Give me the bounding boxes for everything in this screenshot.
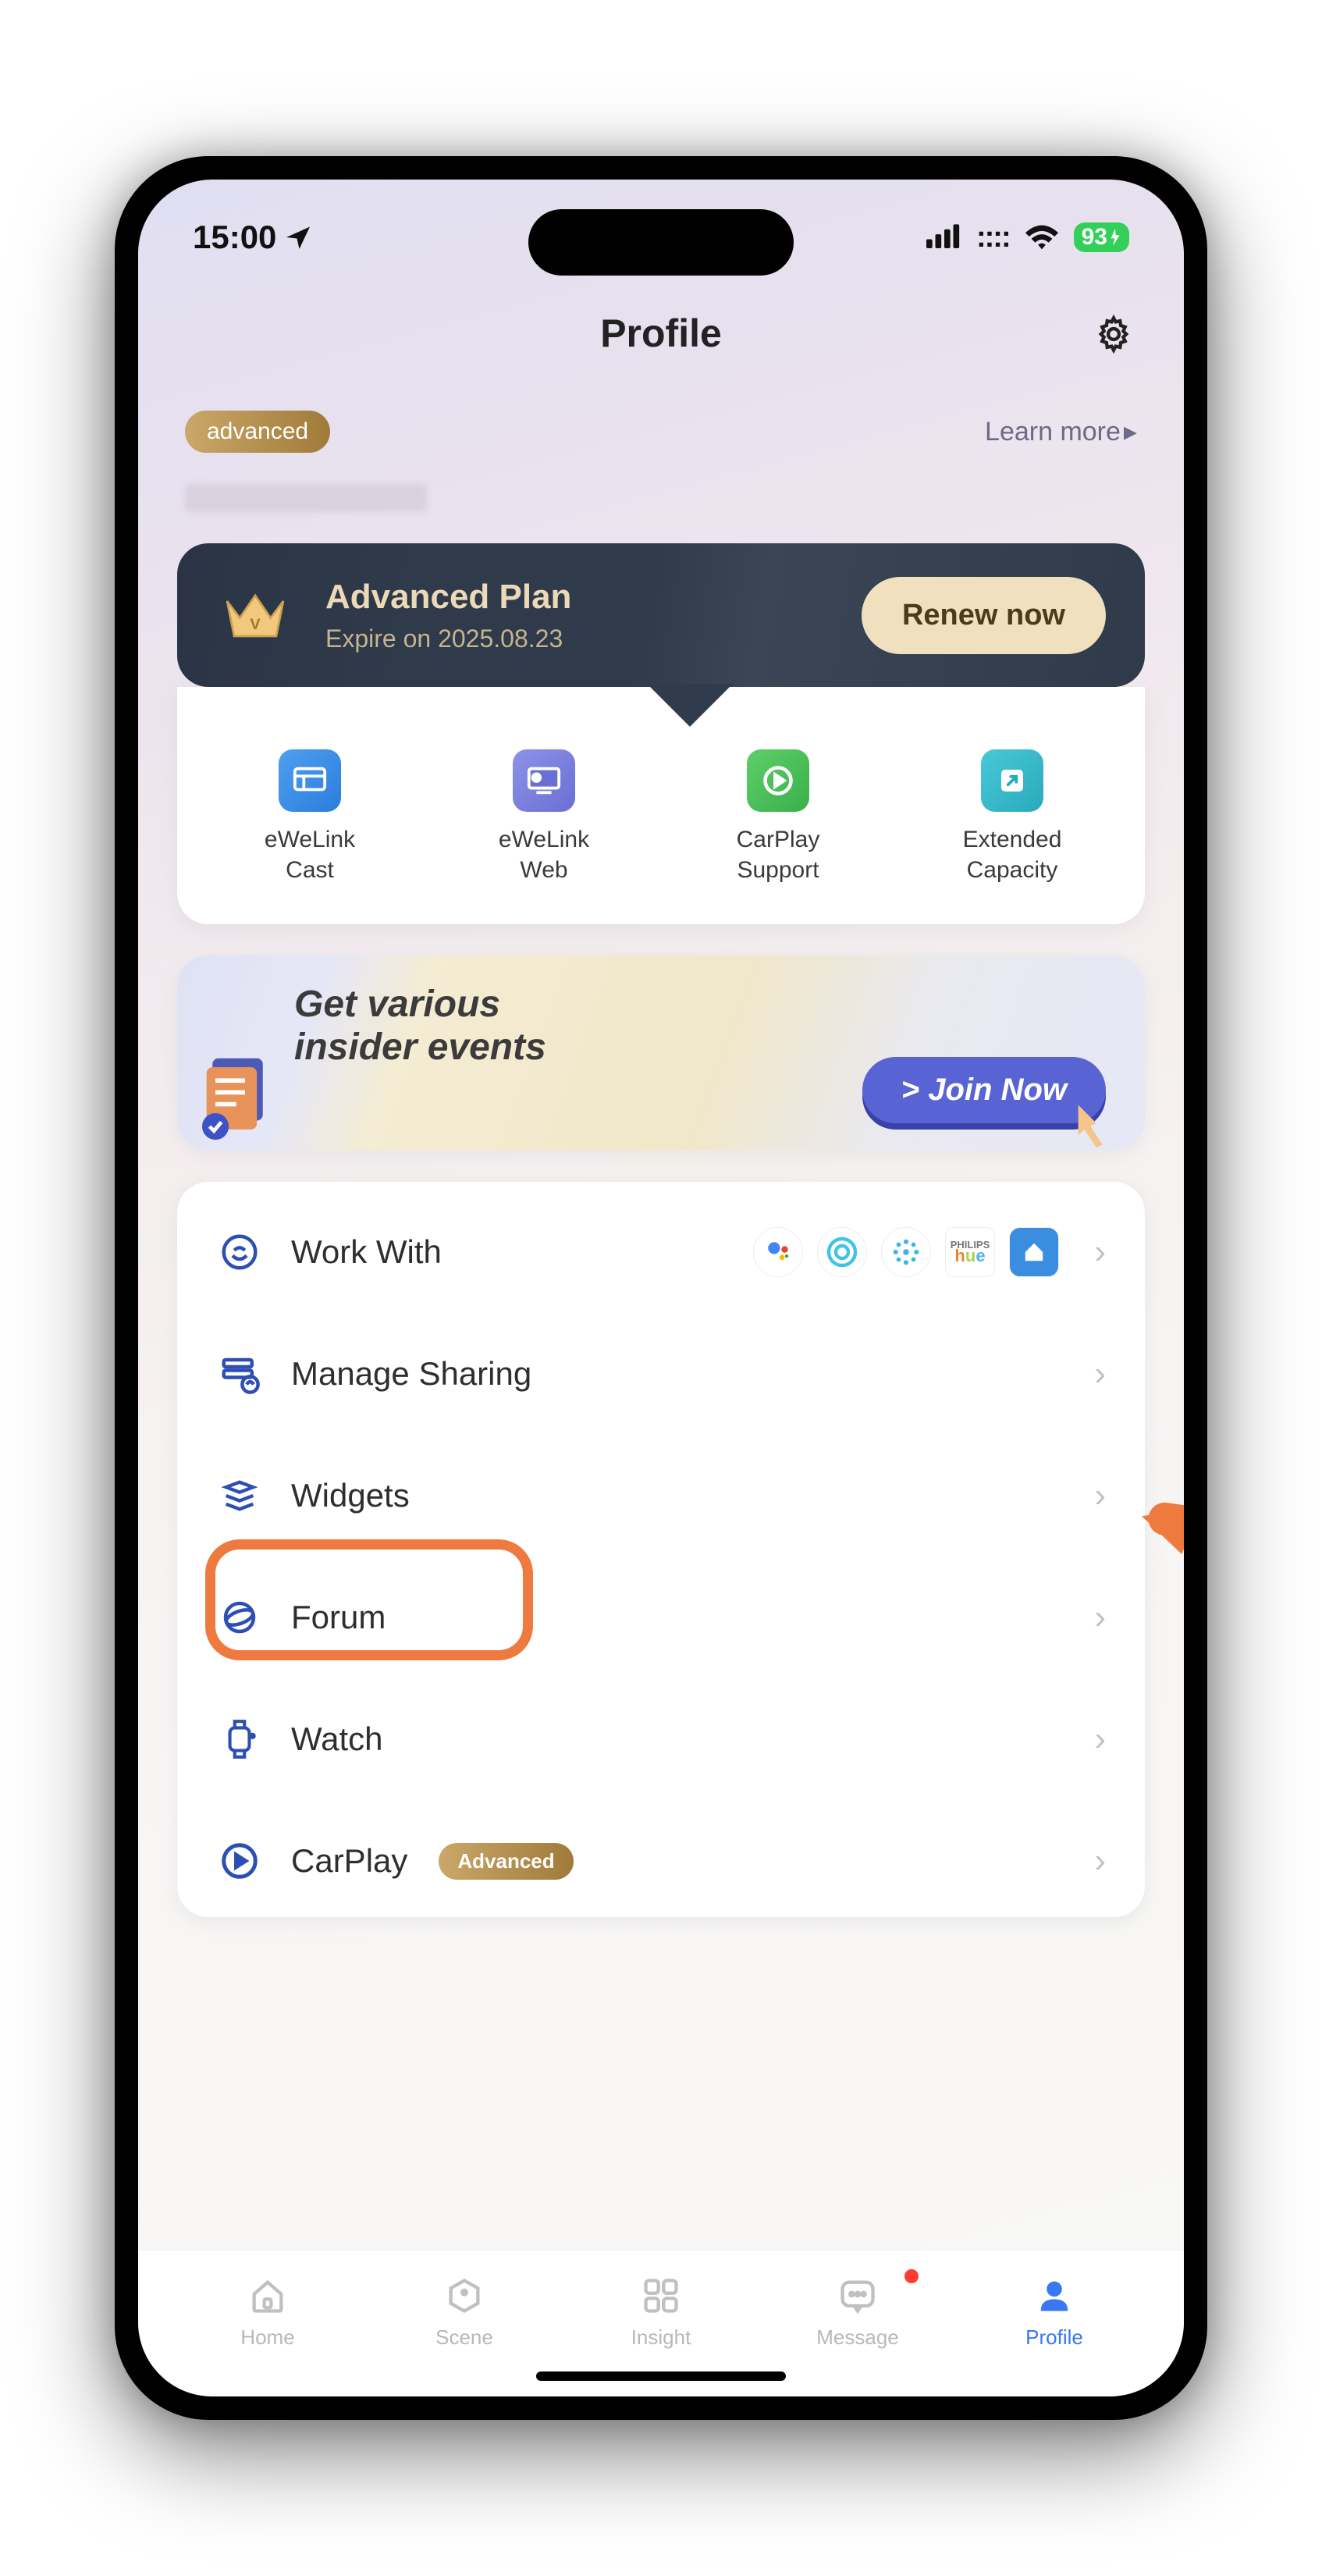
widgets-icon bbox=[216, 1472, 263, 1519]
smartthings-icon bbox=[881, 1227, 931, 1277]
scene-icon bbox=[441, 2272, 488, 2319]
status-time: 15:00 bbox=[193, 219, 312, 256]
chevron-right-icon: › bbox=[1094, 1720, 1106, 1759]
settings-button[interactable] bbox=[1090, 311, 1137, 358]
chevron-right-icon: › bbox=[1094, 1354, 1106, 1393]
chevron-right-icon: ▸ bbox=[1124, 416, 1137, 447]
home-indicator[interactable] bbox=[536, 2371, 786, 2381]
menu-list: Work With PHILIPShue › Manage Sharing › … bbox=[177, 1182, 1145, 1917]
chevron-right-icon: › bbox=[1094, 1476, 1106, 1515]
menu-widgets[interactable]: Widgets › bbox=[177, 1435, 1145, 1557]
promo-title: Get various insider events bbox=[294, 983, 1106, 1069]
home-icon bbox=[1009, 1227, 1059, 1277]
alexa-icon bbox=[817, 1227, 867, 1277]
plan-expire: Expire on 2025.08.23 bbox=[325, 624, 830, 653]
feature-extended-capacity[interactable]: Extended Capacity bbox=[895, 749, 1129, 885]
expand-icon bbox=[981, 749, 1043, 812]
forum-icon bbox=[216, 1594, 263, 1641]
feature-ewelink-cast[interactable]: eWeLink Cast bbox=[193, 749, 427, 885]
insight-icon bbox=[638, 2272, 684, 2319]
blurred-email bbox=[185, 484, 427, 512]
menu-watch[interactable]: Watch › bbox=[177, 1678, 1145, 1800]
carplay-menu-icon bbox=[216, 1838, 263, 1884]
work-with-icon bbox=[216, 1229, 263, 1276]
advanced-badge: advanced bbox=[185, 411, 330, 453]
sharing-icon bbox=[216, 1350, 263, 1397]
chevron-right-icon: › bbox=[1094, 1841, 1106, 1880]
tab-message[interactable]: Message bbox=[759, 2272, 956, 2350]
notch bbox=[528, 209, 794, 276]
page-title: Profile bbox=[185, 311, 1137, 356]
screen: 15:00 :::: 93 Profile advanced Learn mor… bbox=[138, 180, 1184, 2396]
tab-profile[interactable]: Profile bbox=[956, 2272, 1153, 2350]
learn-more-link[interactable]: Learn more▸ bbox=[985, 416, 1137, 447]
text-signal-icon: :::: bbox=[976, 221, 1010, 254]
promo-banner[interactable]: Get various insider events > Join Now bbox=[177, 955, 1145, 1151]
menu-forum[interactable]: Forum › bbox=[177, 1557, 1145, 1678]
plan-title: Advanced Plan bbox=[325, 578, 830, 617]
feature-ewelink-web[interactable]: eWeLink Web bbox=[427, 749, 661, 885]
renew-button[interactable]: Renew now bbox=[862, 577, 1106, 654]
profile-icon bbox=[1031, 2272, 1078, 2319]
home-icon bbox=[244, 2272, 291, 2319]
plan-card[interactable]: V Advanced Plan Expire on 2025.08.23 Ren… bbox=[177, 543, 1145, 687]
carplay-icon bbox=[747, 749, 809, 812]
tab-home[interactable]: Home bbox=[169, 2272, 366, 2350]
partner-icons: PHILIPShue bbox=[753, 1227, 1059, 1277]
web-icon bbox=[513, 749, 575, 812]
header: Profile bbox=[138, 272, 1184, 356]
chevron-right-icon: › bbox=[1094, 1233, 1106, 1272]
menu-manage-sharing[interactable]: Manage Sharing › bbox=[177, 1313, 1145, 1435]
google-assistant-icon bbox=[753, 1227, 803, 1277]
watch-icon bbox=[216, 1716, 263, 1763]
svg-text:V: V bbox=[250, 616, 261, 633]
card-pointer bbox=[647, 684, 733, 727]
message-icon bbox=[834, 2272, 881, 2319]
phone-frame: 15:00 :::: 93 Profile advanced Learn mor… bbox=[115, 156, 1207, 2420]
notification-dot bbox=[904, 2269, 919, 2283]
menu-work-with[interactable]: Work With PHILIPShue › bbox=[177, 1191, 1145, 1313]
menu-carplay[interactable]: CarPlay Advanced › bbox=[177, 1800, 1145, 1908]
location-icon bbox=[284, 223, 312, 251]
gear-icon bbox=[1093, 314, 1134, 354]
philips-hue-icon: PHILIPShue bbox=[945, 1227, 995, 1277]
feature-carplay[interactable]: CarPlay Support bbox=[661, 749, 895, 885]
crown-icon: V bbox=[216, 576, 294, 654]
wifi-icon bbox=[1024, 223, 1060, 251]
account-section: advanced Learn more▸ bbox=[138, 356, 1184, 476]
carplay-advanced-badge: Advanced bbox=[439, 1843, 573, 1880]
tab-insight[interactable]: Insight bbox=[563, 2272, 759, 2350]
cellular-icon bbox=[926, 224, 962, 251]
tab-scene[interactable]: Scene bbox=[366, 2272, 563, 2350]
battery-icon: 93 bbox=[1074, 222, 1129, 252]
pointer-hand-icon bbox=[1065, 1096, 1128, 1151]
cast-icon bbox=[279, 749, 341, 812]
document-icon bbox=[201, 1055, 275, 1141]
time-text: 15:00 bbox=[193, 219, 276, 256]
chevron-right-icon: › bbox=[1094, 1598, 1106, 1637]
